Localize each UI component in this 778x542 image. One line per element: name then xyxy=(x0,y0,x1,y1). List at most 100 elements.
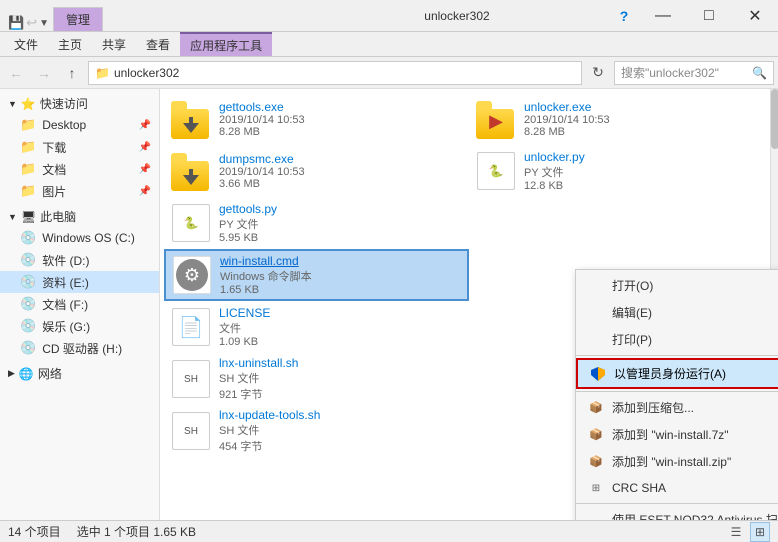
ctx-nod[interactable]: N 使用 ESET NOD32 Antivirus 扫描 xyxy=(576,506,778,520)
file-size-unlocker-exe: 8.28 MB xyxy=(524,126,767,138)
ribbon-tab-apptools[interactable]: 应用程序工具 xyxy=(180,32,272,56)
file-icon-win-install-cmd: ⚙ xyxy=(172,255,212,295)
file-date-gettools-exe: 2019/10/14 10:53 xyxy=(219,114,462,126)
sidebar-item-desktop[interactable]: 📁 Desktop 📌 xyxy=(0,114,159,136)
sidebar-desktop-label: Desktop xyxy=(42,118,86,132)
file-size-gettools-py: 5.95 KB xyxy=(219,232,462,244)
ctx-open-label: 打开(O) xyxy=(612,277,653,294)
sidebar-network-label: 网络 xyxy=(38,365,62,382)
forward-button[interactable]: → xyxy=(32,61,56,85)
toolbar-undo-icon[interactable]: ↩ xyxy=(26,15,37,31)
sidebar-item-h[interactable]: 💿 CD 驱动器 (H:) xyxy=(0,337,159,359)
sidebar-item-g[interactable]: 💿 娱乐 (G:) xyxy=(0,315,159,337)
sidebar-c-label: Windows OS (C:) xyxy=(42,231,135,245)
pin-icon: 📌 xyxy=(139,120,151,131)
ctx-print-icon xyxy=(588,332,604,348)
sidebar-item-d[interactable]: 💿 软件 (D:) xyxy=(0,249,159,271)
ribbon-tab-home[interactable]: 主页 xyxy=(48,32,92,56)
scrollbar-thumb[interactable] xyxy=(771,89,778,149)
ctx-print[interactable]: 打印(P) xyxy=(576,326,778,353)
file-item-lnx-uninstall[interactable]: SH lnx-uninstall.sh SH 文件 921 字节 xyxy=(164,353,469,405)
ctx-run-as-admin[interactable]: 以管理员身份运行(A) xyxy=(576,358,778,389)
file-item-unlocker-exe[interactable]: ▶ unlocker.exe 2019/10/14 10:53 8.28 MB xyxy=(469,93,774,145)
file-type-lnx-update: SH 文件 xyxy=(219,422,462,438)
file-name-gettools-exe: gettools.exe xyxy=(219,100,462,114)
sidebar-item-pictures[interactable]: 📁 图片 📌 xyxy=(0,180,159,202)
sidebar-header-quickaccess[interactable]: ▼ ⭐ 快速访问 xyxy=(0,93,159,114)
file-size-lnx-update: 454 字节 xyxy=(219,438,462,454)
tab-manage[interactable]: 管理 xyxy=(53,7,103,31)
view-details-button[interactable]: ☰ xyxy=(726,522,746,542)
back-button[interactable]: ← xyxy=(4,61,28,85)
ribbon-tab-share[interactable]: 共享 xyxy=(92,32,136,56)
sidebar-quickaccess-label: 快速访问 xyxy=(40,95,88,112)
ctx-zip-icon-3: 📦 xyxy=(588,454,604,470)
toolbar-down-icon[interactable]: ▼ xyxy=(39,18,49,29)
toolbar-save-icon[interactable]: 💾 xyxy=(8,15,24,31)
file-item-license[interactable]: 📄 LICENSE 文件 1.09 KB xyxy=(164,301,469,353)
help-icon[interactable]: ? xyxy=(608,0,640,32)
sidebar: ▼ ⭐ 快速访问 📁 Desktop 📌 📁 下载 📌 📁 文档 📌 📁 xyxy=(0,89,160,520)
ctx-add-7z[interactable]: 📦 添加到 "win-install.7z" xyxy=(576,421,778,448)
file-item-lnx-update[interactable]: SH lnx-update-tools.sh SH 文件 454 字节 xyxy=(164,405,469,457)
refresh-button[interactable]: ↻ xyxy=(586,61,610,85)
ctx-print-label: 打印(P) xyxy=(612,331,652,348)
file-size-license: 1.09 KB xyxy=(219,336,462,348)
maximize-button[interactable]: □ xyxy=(686,0,732,32)
sidebar-section-quickaccess: ▼ ⭐ 快速访问 📁 Desktop 📌 📁 下载 📌 📁 文档 📌 📁 xyxy=(0,93,159,202)
file-name-unlocker-py: unlocker.py xyxy=(524,150,767,164)
sidebar-header-thispc[interactable]: ▼ 🖥 此电脑 xyxy=(0,206,159,227)
file-name-license: LICENSE xyxy=(219,306,462,320)
file-date-unlocker-exe: 2019/10/14 10:53 xyxy=(524,114,767,126)
file-item-empty-1 xyxy=(469,197,774,249)
ctx-crc[interactable]: ⊞ CRC SHA xyxy=(576,475,778,501)
ctx-edit-icon xyxy=(588,305,604,321)
ctx-edit[interactable]: 编辑(E) xyxy=(576,299,778,326)
sidebar-item-c[interactable]: 💿 Windows OS (C:) xyxy=(0,227,159,249)
sidebar-item-downloads[interactable]: 📁 下载 📌 xyxy=(0,136,159,158)
sidebar-item-documents[interactable]: 📁 文档 📌 xyxy=(0,158,159,180)
file-name-gettools-py: gettools.py xyxy=(219,202,462,216)
file-item-win-install-cmd[interactable]: ⚙ win-install.cmd Windows 命令脚本 1.65 KB xyxy=(164,249,469,301)
file-icon-dumpsmc-exe xyxy=(171,151,211,191)
drive-icon: 💿 xyxy=(20,296,36,312)
file-name-lnx-update: lnx-update-tools.sh xyxy=(219,408,462,422)
ctx-shield-icon xyxy=(590,366,606,382)
ctx-sep-3 xyxy=(576,503,778,504)
sidebar-section-thispc: ▼ 🖥 此电脑 💿 Windows OS (C:) 💿 软件 (D:) 💿 资料… xyxy=(0,206,159,359)
sidebar-item-f[interactable]: 💿 文档 (F:) xyxy=(0,293,159,315)
title-bar-tabs: 💾 ↩ ▼ 管理 xyxy=(0,0,306,31)
file-item-gettools-py[interactable]: 🐍 gettools.py PY 文件 5.95 KB xyxy=(164,197,469,249)
sidebar-d-label: 软件 (D:) xyxy=(42,252,89,269)
file-icon-gettools-exe xyxy=(171,99,211,139)
window-title: unlocker302 xyxy=(306,0,608,31)
pin-icon: 📌 xyxy=(139,164,151,175)
file-item-gettools-exe[interactable]: gettools.exe 2019/10/14 10:53 8.28 MB xyxy=(164,93,469,145)
file-list: gettools.exe 2019/10/14 10:53 8.28 MB ▶ … xyxy=(160,89,778,520)
ribbon-tab-view[interactable]: 查看 xyxy=(136,32,180,56)
address-path[interactable]: 📁 unlocker302 xyxy=(88,61,582,85)
file-item-dumpsmc-exe[interactable]: dumpsmc.exe 2019/10/14 10:53 3.66 MB xyxy=(164,145,469,197)
star-icon: ⭐ xyxy=(21,97,36,111)
ctx-add-archive[interactable]: 📦 添加到压缩包... xyxy=(576,394,778,421)
minimize-button[interactable]: — xyxy=(640,0,686,32)
context-menu: 打开(O) 编辑(E) 打印(P) 以管理员身份运行(A) xyxy=(575,269,778,520)
ctx-add-zip[interactable]: 📦 添加到 "win-install.zip" xyxy=(576,448,778,475)
search-box[interactable]: 搜索"unlocker302" 🔍 xyxy=(614,61,774,85)
sidebar-downloads-label: 下载 xyxy=(42,139,66,156)
ctx-open[interactable]: 打开(O) xyxy=(576,272,778,299)
file-size-lnx-uninstall: 921 字节 xyxy=(219,386,462,402)
up-button[interactable]: ↑ xyxy=(60,61,84,85)
file-item-unlocker-py[interactable]: 🐍 unlocker.py PY 文件 12.8 KB xyxy=(469,145,774,197)
close-button[interactable]: ✕ xyxy=(732,0,778,32)
view-tiles-button[interactable]: ⊞ xyxy=(750,522,770,542)
folder-icon: 📁 xyxy=(20,139,36,155)
file-info-win-install-cmd: win-install.cmd Windows 命令脚本 1.65 KB xyxy=(220,254,461,296)
sidebar-f-label: 文档 (F:) xyxy=(42,296,88,313)
file-icon-unlocker-py: 🐍 xyxy=(476,151,516,191)
sidebar-item-e[interactable]: 💿 资料 (E:) xyxy=(0,271,159,293)
file-name-dumpsmc-exe: dumpsmc.exe xyxy=(219,152,462,166)
file-info-gettools-exe: gettools.exe 2019/10/14 10:53 8.28 MB xyxy=(219,100,462,138)
sidebar-header-network[interactable]: ▶ 🌐 网络 xyxy=(0,363,159,384)
ribbon-tab-file[interactable]: 文件 xyxy=(4,32,48,56)
